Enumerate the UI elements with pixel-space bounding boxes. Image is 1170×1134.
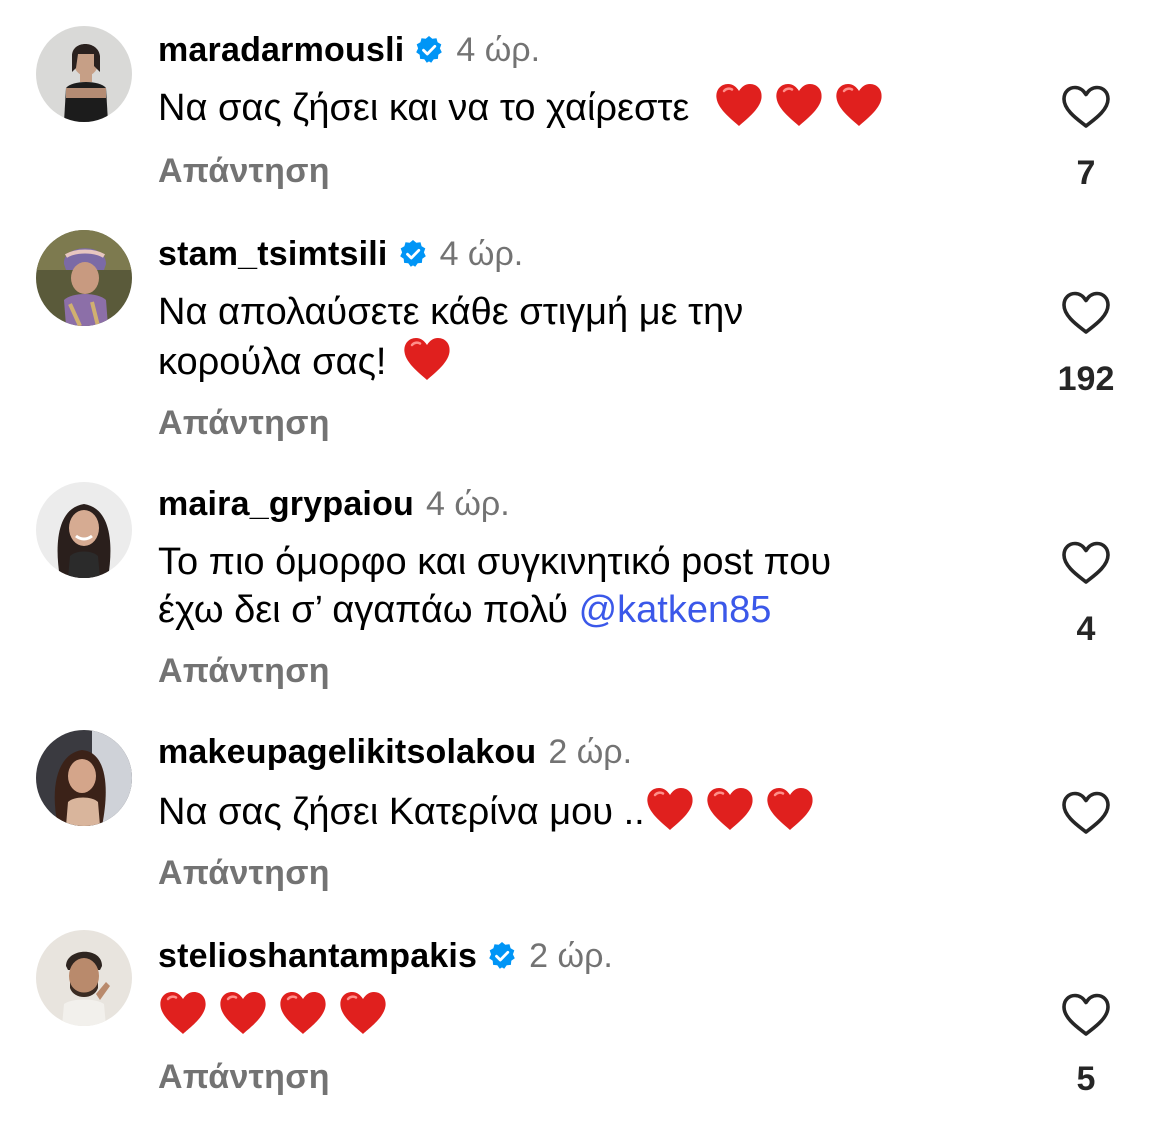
verified-badge-icon	[414, 35, 444, 65]
red-heart-emoji	[774, 82, 824, 128]
mention-link[interactable]: @katken85	[579, 589, 772, 631]
red-heart-emoji	[834, 82, 884, 128]
avatar[interactable]	[36, 26, 132, 122]
timestamp[interactable]: 4 ώρ.	[456, 31, 540, 70]
red-heart-emoji	[338, 990, 388, 1036]
comment-header: makeupagelikitsolakou 2 ώρ.	[158, 732, 632, 772]
username[interactable]: maradarmousli	[158, 31, 404, 70]
timestamp[interactable]: 2 ώρ.	[529, 937, 613, 976]
heart-outline-icon[interactable]	[1060, 540, 1112, 586]
reply-button[interactable]: Απάντηση	[158, 652, 330, 691]
avatar[interactable]	[36, 730, 132, 826]
verified-badge-icon	[487, 941, 517, 971]
reply-button[interactable]: Απάντηση	[158, 152, 330, 191]
red-heart-emoji	[765, 786, 815, 832]
comment-header: maradarmousli 4 ώρ.	[158, 30, 540, 70]
red-heart-emoji	[158, 990, 208, 1036]
comment-text-content: Να σας ζήσει Κατερίνα μου ..	[158, 791, 645, 833]
timestamp[interactable]: 4 ώρ.	[426, 485, 510, 524]
heart-outline-icon[interactable]	[1060, 84, 1112, 130]
comment-text-line: Το πιο όμορφο και συγκινητικό post που	[158, 541, 832, 583]
comment-header: stelioshantampakis 2 ώρ.	[158, 936, 613, 976]
username[interactable]: maira_grypaiou	[158, 485, 414, 524]
comment-text	[158, 990, 958, 1040]
verified-badge-icon	[398, 239, 428, 269]
reply-button[interactable]: Απάντηση	[158, 854, 330, 893]
comment-text-content: Να σας ζήσει και να το χαίρεστε	[158, 87, 690, 129]
heart-outline-icon[interactable]	[1060, 290, 1112, 336]
comment-header: maira_grypaiou 4 ώρ.	[158, 484, 510, 524]
like-count[interactable]: 192	[1036, 360, 1136, 399]
timestamp[interactable]: 2 ώρ.	[548, 733, 632, 772]
avatar[interactable]	[36, 230, 132, 326]
username[interactable]: stam_tsimtsili	[158, 235, 388, 274]
comment-text: Να σας ζήσει Κατερίνα μου ..	[158, 786, 958, 836]
heart-outline-icon[interactable]	[1060, 992, 1112, 1038]
comment-text: Να σας ζήσει και να το χαίρεστε	[158, 82, 958, 132]
username[interactable]: stelioshantampakis	[158, 937, 477, 976]
comment-text: Να απολαύσετε κάθε στιγμή με την κορούλα…	[158, 288, 958, 386]
avatar[interactable]	[36, 482, 132, 578]
comment-text-line: έχω δει σ’ αγαπάω πολύ @katken85	[158, 589, 772, 631]
comment-header: stam_tsimtsili 4 ώρ.	[158, 234, 523, 274]
like-count[interactable]: 7	[1036, 154, 1136, 193]
red-heart-emoji	[645, 786, 695, 832]
red-heart-emoji	[705, 786, 755, 832]
reply-button[interactable]: Απάντηση	[158, 1058, 330, 1097]
like-count[interactable]: 4	[1036, 610, 1136, 649]
username[interactable]: makeupagelikitsolakou	[158, 733, 536, 772]
comment-text-line: Να απολαύσετε κάθε στιγμή με την	[158, 291, 744, 333]
timestamp[interactable]: 4 ώρ.	[440, 235, 524, 274]
red-heart-emoji	[402, 336, 452, 382]
red-heart-emoji	[278, 990, 328, 1036]
comment-text: Το πιο όμορφο και συγκινητικό post που έ…	[158, 538, 958, 634]
red-heart-emoji	[714, 82, 764, 128]
heart-outline-icon[interactable]	[1060, 790, 1112, 836]
comment-text-line: κορούλα σας!	[158, 336, 958, 386]
avatar[interactable]	[36, 930, 132, 1026]
red-heart-emoji	[218, 990, 268, 1036]
reply-button[interactable]: Απάντηση	[158, 404, 330, 443]
like-count[interactable]: 5	[1036, 1060, 1136, 1099]
